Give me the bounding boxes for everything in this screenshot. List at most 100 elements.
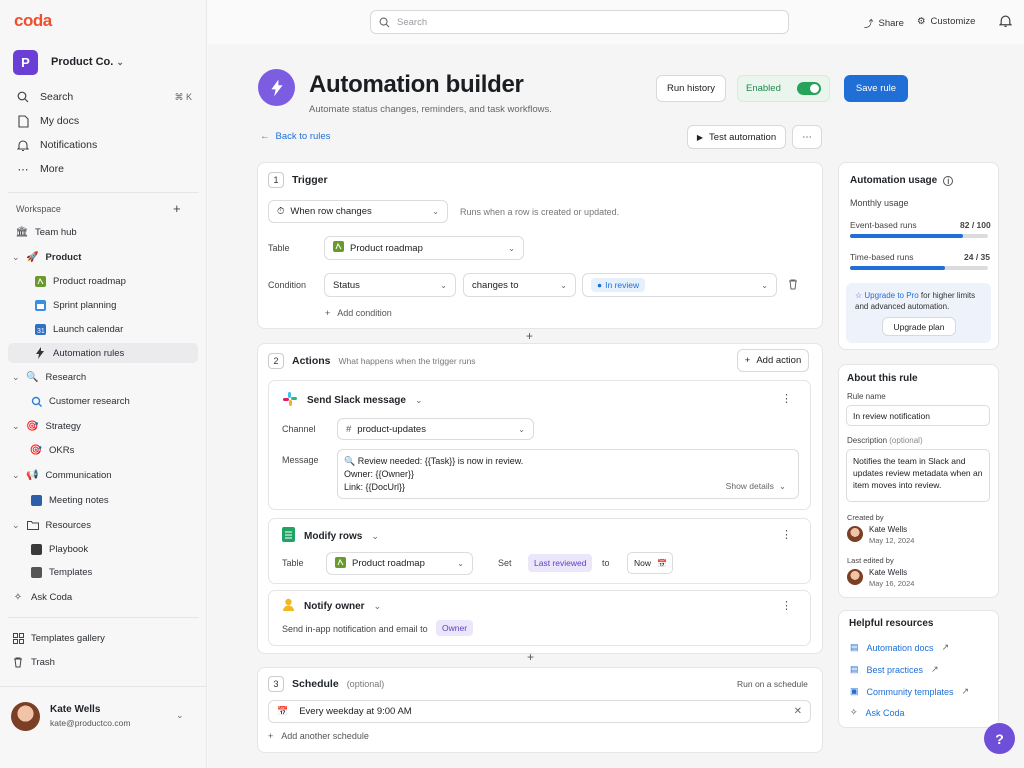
- resource-link-best-practices[interactable]: ▤ Best practices ↗: [850, 664, 939, 675]
- sidebar-item-automation-rules[interactable]: Automation rules: [8, 343, 198, 363]
- sidebar-item-communication[interactable]: ⌄ 📢 Communication: [12, 465, 202, 485]
- bolt-icon: [34, 347, 46, 359]
- page-title: Automation builder: [309, 71, 524, 98]
- event-runs-label: Event-based runs: [850, 220, 917, 230]
- sidebar-my-docs[interactable]: My docs: [16, 111, 192, 131]
- sidebar-item-launch-calendar[interactable]: 31 Launch calendar: [34, 319, 224, 339]
- share-button[interactable]: ⤴ Share: [864, 16, 904, 31]
- user-avatar[interactable]: [11, 702, 40, 731]
- save-rule-button[interactable]: Save rule: [844, 75, 908, 102]
- slack-action-header[interactable]: Send Slack message ⌄: [282, 391, 423, 410]
- add-condition-button[interactable]: + Add condition: [325, 308, 392, 318]
- run-history-button[interactable]: Run history: [656, 75, 726, 102]
- last-edited-name: Kate Wells: [869, 568, 908, 577]
- sidebar-item-meeting-notes[interactable]: Meeting notes: [30, 490, 220, 510]
- sidebar-item-templates[interactable]: Templates: [30, 562, 220, 582]
- actions-title: Actions: [292, 355, 331, 367]
- enabled-toggle[interactable]: Enabled: [737, 75, 830, 102]
- condition-value-select[interactable]: ● In review ⌄: [582, 273, 777, 297]
- sidebar-item-team-hub[interactable]: 🏛 Team hub: [16, 222, 206, 242]
- add-step-icon[interactable]: +: [526, 329, 533, 343]
- kebab-icon[interactable]: ⋮: [781, 528, 792, 541]
- modify-table-select[interactable]: Product roadmap ⌄: [326, 552, 473, 575]
- sidebar-item-product[interactable]: ⌄ 🚀 Product: [12, 247, 202, 267]
- description-textarea[interactable]: Notifies the team in Slack and updates r…: [846, 449, 990, 502]
- kebab-icon[interactable]: ⋮: [781, 599, 792, 612]
- to-value-field[interactable]: Now 📅: [627, 552, 673, 574]
- sidebar-item-customer-research[interactable]: Customer research: [30, 391, 220, 411]
- add-icon[interactable]: +: [173, 201, 181, 216]
- upgrade-plan-button[interactable]: Upgrade plan: [882, 317, 956, 336]
- add-action-button[interactable]: + Add action: [737, 349, 809, 372]
- customize-button[interactable]: ⚙ Customize: [917, 16, 975, 27]
- sidebar-item-okrs[interactable]: 🎯 OKRs: [30, 440, 220, 460]
- sidebar-more[interactable]: ⋯ More: [16, 159, 192, 179]
- message-field[interactable]: 🔍 Review needed: {{Task}} is now in revi…: [337, 449, 799, 499]
- monthly-usage-label: Monthly usage: [850, 198, 909, 208]
- bell-icon: [16, 138, 30, 152]
- trigger-type-select[interactable]: ⏱ When row changes ⌄: [268, 200, 448, 223]
- play-icon: ▶: [696, 132, 704, 142]
- close-icon[interactable]: ✕: [794, 706, 802, 717]
- sidebar-item-resources[interactable]: ⌄ Resources: [12, 515, 202, 535]
- back-to-rules-link[interactable]: ← Back to rules: [260, 131, 330, 142]
- sidebar-trash[interactable]: Trash: [12, 652, 202, 672]
- sidebar-search[interactable]: Search ⌘ K: [16, 87, 192, 107]
- resource-link-automation-docs[interactable]: ▤ Automation docs ↗: [850, 642, 949, 653]
- chevron-down-icon: ⌄: [373, 601, 382, 611]
- slack-icon: [282, 391, 298, 410]
- modify-rows-header[interactable]: Modify rows ⌄: [282, 527, 379, 545]
- last-edited-label: Last edited by: [847, 556, 894, 565]
- add-step-icon[interactable]: +: [527, 650, 534, 664]
- chevron-down-icon: ⌄: [12, 251, 20, 262]
- chevron-down-icon[interactable]: ⌄: [176, 710, 184, 721]
- rule-name-input[interactable]: In review notification: [846, 405, 990, 426]
- schedule-field[interactable]: 📅 Every weekday at 9:00 AM ✕: [268, 700, 811, 723]
- channel-select[interactable]: # product-updates ⌄: [337, 418, 534, 440]
- add-schedule-button[interactable]: + Add another schedule: [268, 731, 369, 741]
- workspace-avatar[interactable]: P: [13, 50, 38, 75]
- trash-icon[interactable]: [788, 279, 798, 293]
- step-number: 1: [268, 172, 284, 188]
- workspace-name[interactable]: Product Co. ⌄: [51, 56, 124, 68]
- grid-icon: [12, 632, 24, 644]
- chevron-down-icon: ⌄: [12, 371, 20, 382]
- help-button[interactable]: ?: [984, 723, 1015, 754]
- trigger-table-select[interactable]: Product roadmap ⌄: [324, 236, 524, 260]
- sidebar-templates-gallery[interactable]: Templates gallery: [12, 628, 202, 648]
- resources-title: Helpful resources: [849, 618, 934, 629]
- sidebar-item-playbook[interactable]: Playbook: [30, 539, 220, 559]
- owner-chip[interactable]: Owner: [436, 620, 474, 636]
- table-label: Table: [268, 243, 290, 253]
- test-automation-button[interactable]: ▶ Test automation: [687, 125, 786, 149]
- about-title: About this rule: [847, 373, 918, 384]
- sidebar-item-strategy[interactable]: ⌄ 🎯 Strategy: [12, 416, 202, 436]
- more-options-button[interactable]: ⋯: [792, 125, 822, 149]
- condition-field-select[interactable]: Status ⌄: [324, 273, 456, 297]
- coda-logo[interactable]: coda: [14, 11, 52, 31]
- bell-icon[interactable]: [998, 14, 1013, 31]
- notify-owner-header[interactable]: Notify owner ⌄: [282, 598, 381, 615]
- chevron-down-icon: ⌄: [560, 280, 567, 290]
- gear-icon: ⚙: [917, 16, 926, 27]
- svg-text:31: 31: [37, 328, 45, 335]
- condition-operator-select[interactable]: changes to ⌄: [463, 273, 576, 297]
- resource-link-community-templates[interactable]: ▣ Community templates ↗: [850, 686, 969, 697]
- resource-link-ask-coda[interactable]: ✧ Ask Coda: [850, 707, 905, 718]
- search-input[interactable]: Search: [370, 10, 789, 34]
- set-field-chip[interactable]: Last reviewed: [528, 554, 593, 572]
- building-icon: 🏛: [15, 226, 29, 238]
- toggle-switch[interactable]: [797, 82, 821, 95]
- sidebar-notifications[interactable]: Notifications: [16, 135, 192, 155]
- step-number: 2: [268, 353, 284, 369]
- sidebar-item-ask-coda[interactable]: ✧ Ask Coda: [12, 587, 202, 607]
- usage-title: Automation usage i: [850, 175, 954, 186]
- hash-icon: #: [346, 423, 352, 435]
- show-details-toggle[interactable]: Show details ⌄: [726, 481, 786, 492]
- kebab-icon[interactable]: ⋮: [781, 392, 792, 405]
- upgrade-link[interactable]: Upgrade to Pro: [864, 291, 918, 300]
- sidebar-item-product-roadmap[interactable]: Product roadmap: [34, 271, 224, 291]
- sidebar-item-sprint-planning[interactable]: Sprint planning: [34, 295, 224, 315]
- sidebar-item-research[interactable]: ⌄ 🔍 Research: [12, 367, 202, 387]
- info-icon[interactable]: i: [943, 175, 954, 186]
